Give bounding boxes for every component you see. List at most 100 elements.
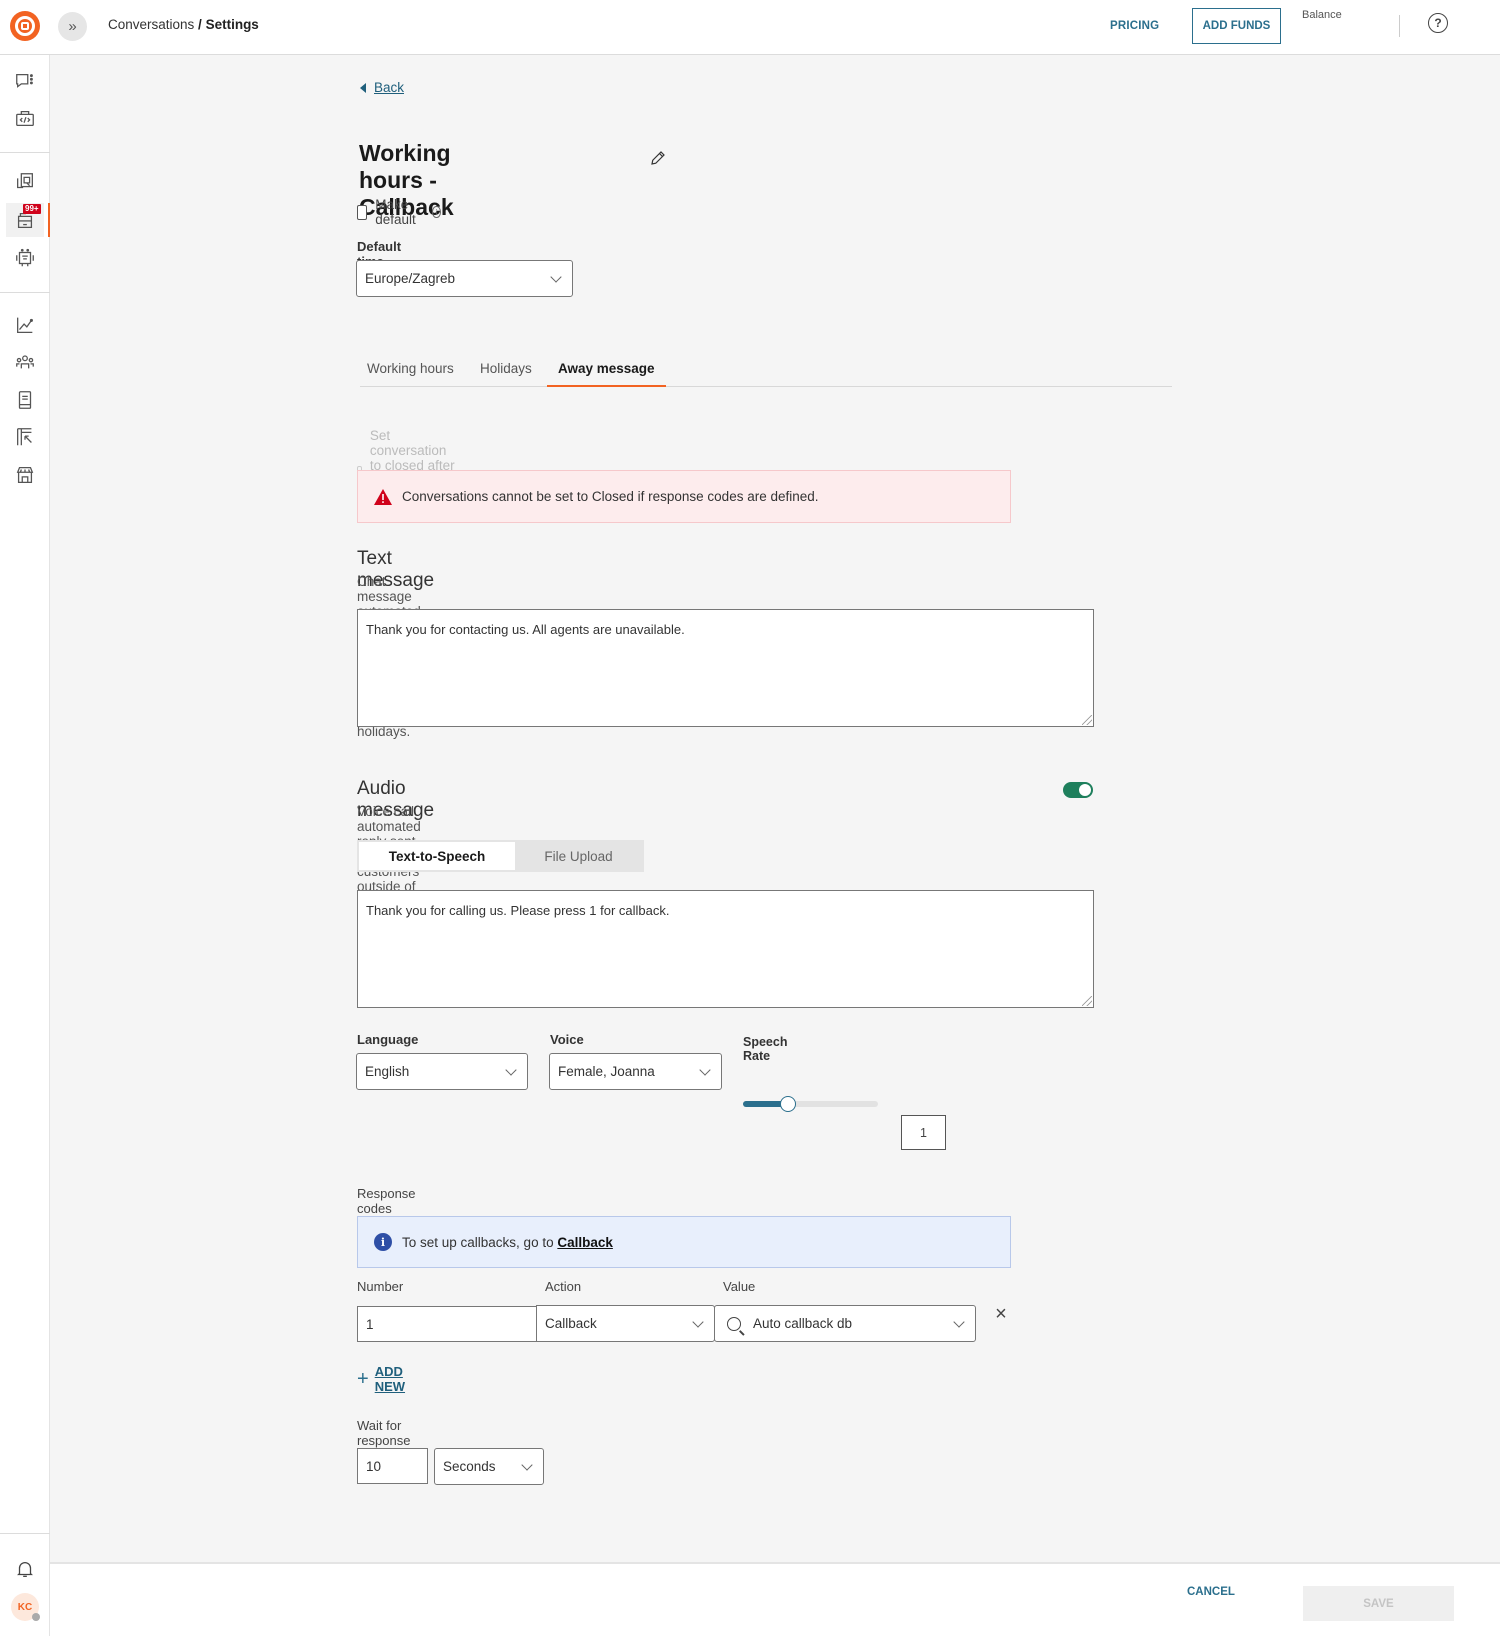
response-code-number-input[interactable]: 1 <box>357 1306 537 1342</box>
tab-away-message[interactable]: Away message <box>547 353 666 387</box>
error-alert-text: Conversations cannot be set to Closed if… <box>402 489 819 504</box>
search-icon <box>727 1316 741 1331</box>
breadcrumb: Conversations / Settings <box>108 17 259 32</box>
tab-holidays[interactable]: Holidays <box>480 353 532 387</box>
chevron-down-icon <box>699 1064 711 1076</box>
resize-handle[interactable] <box>1082 715 1092 725</box>
callback-info-alert: i To set up callbacks, go to Callback <box>357 1216 1011 1268</box>
conversations-icon <box>17 173 33 189</box>
timezone-select[interactable]: Europe/Zagreb <box>356 260 573 297</box>
wait-value: 10 <box>366 1458 382 1474</box>
toggle-knob <box>1079 784 1091 796</box>
store-icon <box>16 467 34 483</box>
speech-rate-slider[interactable] <box>743 1096 878 1112</box>
remove-response-code-button[interactable]: × <box>992 1304 1010 1324</box>
wait-unit-select[interactable]: Seconds <box>434 1448 544 1485</box>
chevron-down-icon <box>953 1316 965 1328</box>
sidebar-item-inbox[interactable]: 99+ <box>6 203 50 237</box>
info-circle-icon: i <box>374 1233 392 1251</box>
expand-sidebar-button[interactable]: » <box>58 12 87 41</box>
bell-icon <box>17 1562 33 1577</box>
add-funds-button[interactable]: ADD FUNDS <box>1192 8 1281 44</box>
callback-info-prefix: To set up callbacks, go to <box>402 1234 558 1250</box>
sidebar-divider <box>0 152 50 153</box>
sidebar-divider <box>0 292 50 293</box>
speech-rate-label: Speech Rate <box>743 1035 788 1063</box>
sidebar-item-bot[interactable] <box>6 241 44 275</box>
sidebar-item-pinned[interactable] <box>6 420 44 454</box>
breadcrumb-separator: / <box>194 17 206 32</box>
language-value: English <box>365 1064 410 1079</box>
audio-message-toggle[interactable] <box>1063 782 1093 798</box>
text-message-textarea[interactable]: Thank you for contacting us. All agents … <box>357 609 1094 727</box>
pinned-arrow-icon <box>17 428 32 446</box>
column-value: Value <box>723 1279 756 1294</box>
error-alert: Conversations cannot be set to Closed if… <box>357 470 1011 523</box>
speech-rate-thumb[interactable] <box>779 1096 796 1112</box>
notifications-button[interactable] <box>6 1552 44 1586</box>
response-code-number-value: 1 <box>366 1316 374 1332</box>
sidebar-item-conversations[interactable] <box>6 165 44 199</box>
chevron-down-icon <box>505 1064 517 1076</box>
sidebar-item-developer[interactable] <box>6 102 44 136</box>
bot-icon <box>16 248 34 267</box>
make-default-option: Make default i <box>357 197 441 227</box>
mode-file-upload[interactable]: File Upload <box>515 842 642 870</box>
cancel-button[interactable]: CANCEL <box>1187 1586 1235 1598</box>
sidebar: 99+ <box>0 55 50 1636</box>
make-default-checkbox[interactable] <box>357 204 368 220</box>
resize-handle[interactable] <box>1082 996 1092 1006</box>
audio-message-value: Thank you for calling us. Please press 1… <box>366 903 670 918</box>
tab-working-hours[interactable]: Working hours <box>367 353 454 387</box>
sidebar-item-knowledge[interactable] <box>6 383 44 417</box>
add-new-response-code-button[interactable]: + ADD NEW <box>357 1364 405 1394</box>
response-code-value-select[interactable]: Auto callback db <box>714 1305 976 1342</box>
breadcrumb-conversations[interactable]: Conversations <box>108 17 194 32</box>
make-default-label: Make default <box>375 197 416 227</box>
people-icon <box>16 355 34 369</box>
knowledge-book-icon <box>18 391 32 409</box>
speech-rate-input[interactable]: 1 <box>901 1115 946 1150</box>
column-number: Number <box>357 1279 404 1294</box>
sidebar-item-analytics[interactable] <box>6 308 44 342</box>
breadcrumb-settings: Settings <box>205 17 259 32</box>
callback-link[interactable]: Callback <box>557 1235 613 1250</box>
response-codes-label: Response codes <box>357 1186 416 1216</box>
developer-briefcase-icon <box>16 111 34 127</box>
brand-logo[interactable] <box>10 11 40 41</box>
response-code-action-value: Callback <box>545 1316 597 1331</box>
audio-message-textarea[interactable]: Thank you for calling us. Please press 1… <box>357 890 1094 1008</box>
voice-select[interactable]: Female, Joanna <box>549 1053 722 1090</box>
response-code-action-select[interactable]: Callback <box>536 1305 715 1342</box>
sidebar-divider <box>0 1533 50 1534</box>
language-label: Language <box>357 1032 419 1047</box>
sidebar-item-people[interactable] <box>6 345 44 379</box>
balance-label: Balance <box>1302 9 1342 21</box>
wait-unit-value: Seconds <box>443 1459 496 1474</box>
sidebar-item-chat-settings[interactable] <box>6 65 44 99</box>
info-icon[interactable]: i <box>432 206 441 218</box>
voice-value: Female, Joanna <box>558 1064 655 1079</box>
top-bar: » Conversations / Settings PRICING ADD F… <box>0 0 1500 55</box>
callback-info-text: To set up callbacks, go to Callback <box>402 1235 613 1250</box>
warning-triangle-icon <box>374 488 392 505</box>
chat-settings-icon <box>16 74 33 88</box>
edit-pencil-icon[interactable] <box>649 149 667 167</box>
timezone-value: Europe/Zagreb <box>365 271 456 286</box>
chevron-down-icon <box>521 1459 533 1471</box>
language-select[interactable]: English <box>356 1053 528 1090</box>
wait-value-input[interactable]: 10 <box>357 1448 428 1484</box>
save-button[interactable]: SAVE <box>1303 1586 1454 1621</box>
text-message-value: Thank you for contacting us. All agents … <box>366 622 685 637</box>
sidebar-item-store[interactable] <box>6 458 44 492</box>
footer-actions: CANCEL SAVE <box>50 1562 1500 1636</box>
plus-icon: + <box>357 1368 369 1390</box>
back-arrow-icon <box>360 82 366 93</box>
double-chevron-right-icon: » <box>68 18 77 35</box>
help-icon[interactable]: ? <box>1428 13 1448 33</box>
audio-mode-switch: Text-to-Speech File Upload <box>357 840 644 872</box>
mode-text-to-speech[interactable]: Text-to-Speech <box>359 842 515 870</box>
pricing-button[interactable]: PRICING <box>1110 15 1159 37</box>
back-link[interactable]: Back <box>360 80 404 95</box>
column-action: Action <box>545 1279 582 1294</box>
